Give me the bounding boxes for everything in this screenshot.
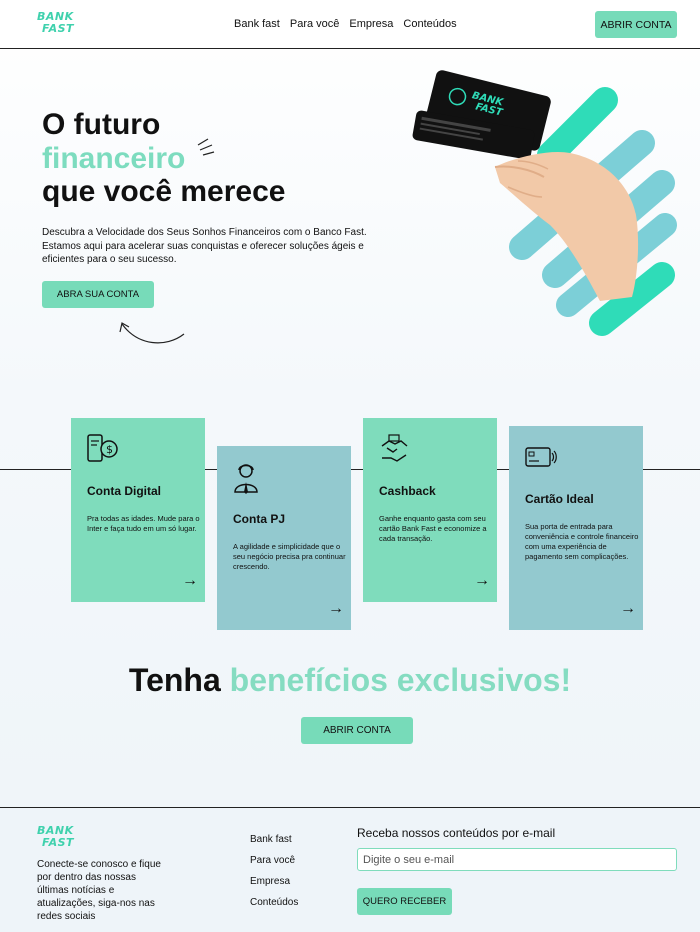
contactless-card-icon [525, 447, 557, 467]
footer-description: Conecte-se conosco e fique por dentro da… [37, 859, 161, 922]
hero-title-line1: O futuro [42, 108, 161, 141]
benefits-title-plain: Tenha [128, 662, 230, 698]
benefits-open-account-button[interactable]: ABRIR CONTA [301, 717, 413, 744]
brand-logo[interactable]: BANK FAST [37, 11, 74, 35]
benefits-title: Tenha benefícios exclusivos! [0, 662, 700, 699]
newsletter-title: Receba nossos conteúdos por e-mail [357, 826, 556, 840]
hero-illustration: BANK FAST [412, 70, 677, 336]
site-footer: BANK FAST Conecte-se conosco e fique por… [0, 807, 700, 932]
svg-text:$: $ [106, 443, 113, 456]
feature-card-text: Sua porta de entrada para conveniência e… [525, 522, 639, 561]
nav-link-bank-fast[interactable]: Bank fast [234, 18, 280, 30]
feature-card-conta-pj[interactable]: Conta PJ A agilidade e simplicidade que … [217, 446, 351, 630]
main-nav: Bank fast Para você Empresa Conteúdos [234, 18, 457, 30]
feature-card-title: Conta PJ [233, 512, 286, 526]
arrow-right-icon[interactable]: → [182, 572, 198, 590]
feature-card-text: Ganhe enquanto gasta com seu cartão Bank… [379, 514, 487, 543]
hero-open-account-button[interactable]: ABRA SUA CONTA [42, 281, 154, 308]
nav-link-para-voce[interactable]: Para você [290, 18, 340, 30]
arrow-right-icon[interactable]: → [620, 600, 636, 618]
hero-title-line3: que você merece [42, 175, 286, 208]
nav-link-conteudos[interactable]: Conteúdos [403, 18, 456, 30]
email-field[interactable] [357, 848, 677, 871]
brand-logo-line2: FAST [42, 22, 75, 35]
curved-arrow-icon [119, 322, 185, 344]
header-open-account-button[interactable]: ABRIR CONTA [595, 11, 677, 38]
subscribe-button[interactable]: QUERO RECEBER [357, 888, 452, 915]
footer-brand-logo[interactable]: BANK FAST [37, 825, 74, 849]
arrow-right-icon[interactable]: → [474, 572, 490, 590]
footer-link-para-voce[interactable]: Para você [250, 854, 298, 867]
feature-card-cashback[interactable]: Cashback Ganhe enquanto gasta com seu ca… [363, 418, 497, 602]
footer-link-bank-fast[interactable]: Bank fast [250, 833, 298, 846]
hero-title-accent: financeiro [42, 141, 186, 175]
business-person-icon [234, 464, 258, 494]
footer-link-conteudos[interactable]: Conteúdos [250, 896, 298, 909]
nav-link-empresa[interactable]: Empresa [349, 18, 393, 30]
feature-card-conta-digital[interactable]: $ Conta Digital Pra todas as idades. Mud… [71, 418, 205, 602]
site-header: BANK FAST Bank fast Para você Empresa Co… [0, 0, 700, 49]
sparkle-lines-icon [197, 138, 215, 156]
feature-card-text: Pra todas as idades. Mude para o Inter e… [87, 514, 200, 533]
footer-link-empresa[interactable]: Empresa [250, 875, 298, 888]
hero-title: O futuro financeiro que você merece [42, 108, 285, 209]
mobile-payment-icon: $ [87, 434, 118, 462]
footer-nav: Bank fast Para você Empresa Conteúdos [250, 833, 298, 909]
feature-card-cartao-ideal[interactable]: Cartão Ideal Sua porta de entrada para c… [509, 426, 643, 630]
handshake-money-icon [381, 434, 408, 462]
feature-card-text: A agilidade e simplicidade que o seu neg… [233, 542, 346, 571]
feature-card-title: Cashback [379, 484, 436, 498]
benefits-title-accent: benefícios exclusivos! [229, 662, 572, 698]
hero-description: Descubra a Velocidade dos Seus Sonhos Fi… [42, 227, 367, 265]
feature-card-title: Cartão Ideal [525, 492, 594, 506]
arrow-right-icon[interactable]: → [328, 600, 344, 618]
brand-logo-line2: FAST [42, 836, 75, 849]
feature-card-title: Conta Digital [87, 484, 161, 498]
